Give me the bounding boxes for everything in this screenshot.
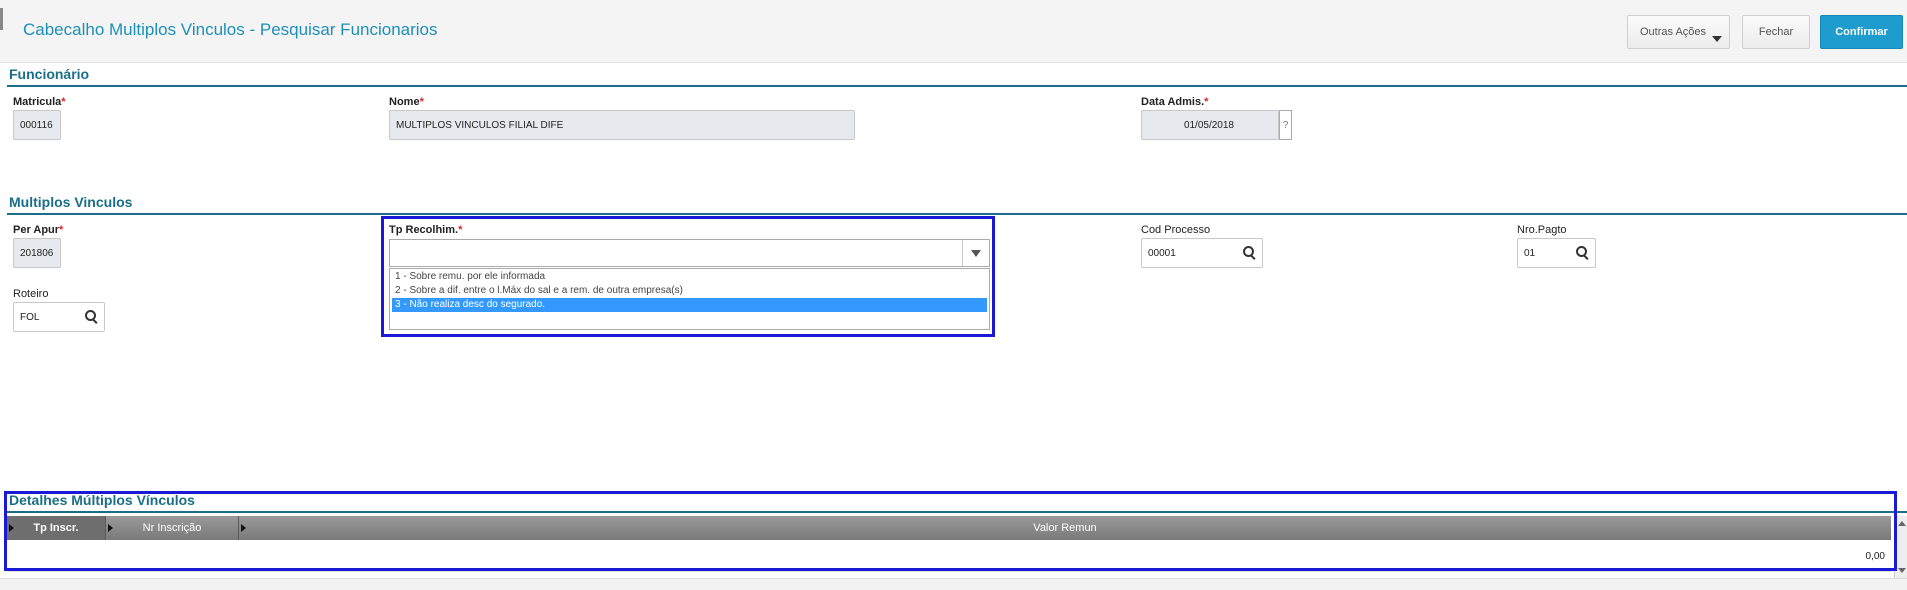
search-icon[interactable] <box>1576 246 1587 257</box>
section-title-funcionario: Funcionário <box>9 66 90 82</box>
cod-processo-label: Cod Processo <box>1141 224 1211 236</box>
scroll-up-icon[interactable] <box>1898 521 1906 526</box>
roteiro-value: FOL <box>20 311 40 323</box>
cod-processo-value: 00001 <box>1148 247 1176 259</box>
section-divider <box>7 85 1907 87</box>
search-icon[interactable] <box>1243 246 1254 257</box>
highlight-tp-recolhim <box>381 216 995 337</box>
section-title-multiplos: Multiplos Vinculos <box>9 194 133 210</box>
page-title: Cabecalho Multiplos Vinculos - Pesquisar… <box>23 20 438 39</box>
per-apur-label: Per Apur* <box>13 224 64 236</box>
nome-field[interactable]: MULTIPLOS VINCULOS FILIAL DIFE <box>389 110 855 140</box>
chevron-down-icon <box>1712 36 1722 42</box>
highlight-detalhes <box>4 491 1897 571</box>
fechar-button[interactable]: Fechar <box>1742 15 1810 49</box>
data-admis-field[interactable]: 01/05/2018 <box>1141 110 1279 140</box>
roteiro-label: Roteiro <box>13 288 49 300</box>
nro-pagto-value: 01 <box>1524 247 1536 259</box>
per-apur-field[interactable]: 201806 <box>13 238 61 268</box>
nome-label: Nome* <box>389 96 424 108</box>
section-divider <box>7 213 1907 215</box>
matricula-field[interactable]: 000116 <box>13 110 61 140</box>
outras-acoes-label: Outras Ações <box>1640 26 1707 38</box>
confirmar-button[interactable]: Confirmar <box>1820 15 1903 49</box>
search-icon[interactable] <box>85 310 96 321</box>
outras-acoes-button[interactable]: Outras Ações <box>1627 15 1730 49</box>
roteiro-field[interactable]: FOL <box>13 302 105 332</box>
nro-pagto-label: Nro.Pagto <box>1517 224 1567 236</box>
nro-pagto-field[interactable]: 01 <box>1517 238 1596 268</box>
data-admis-label: Data Admis.* <box>1141 96 1209 108</box>
cod-processo-field[interactable]: 00001 <box>1141 238 1263 268</box>
footer-bar <box>0 578 1907 590</box>
header-bar: Cabecalho Multiplos Vinculos - Pesquisar… <box>0 0 1907 63</box>
scroll-down-icon[interactable] <box>1898 568 1906 573</box>
matricula-label: Matricula* <box>13 96 66 108</box>
window-edge-marker <box>0 8 3 30</box>
help-button[interactable]: ? <box>1279 110 1292 140</box>
